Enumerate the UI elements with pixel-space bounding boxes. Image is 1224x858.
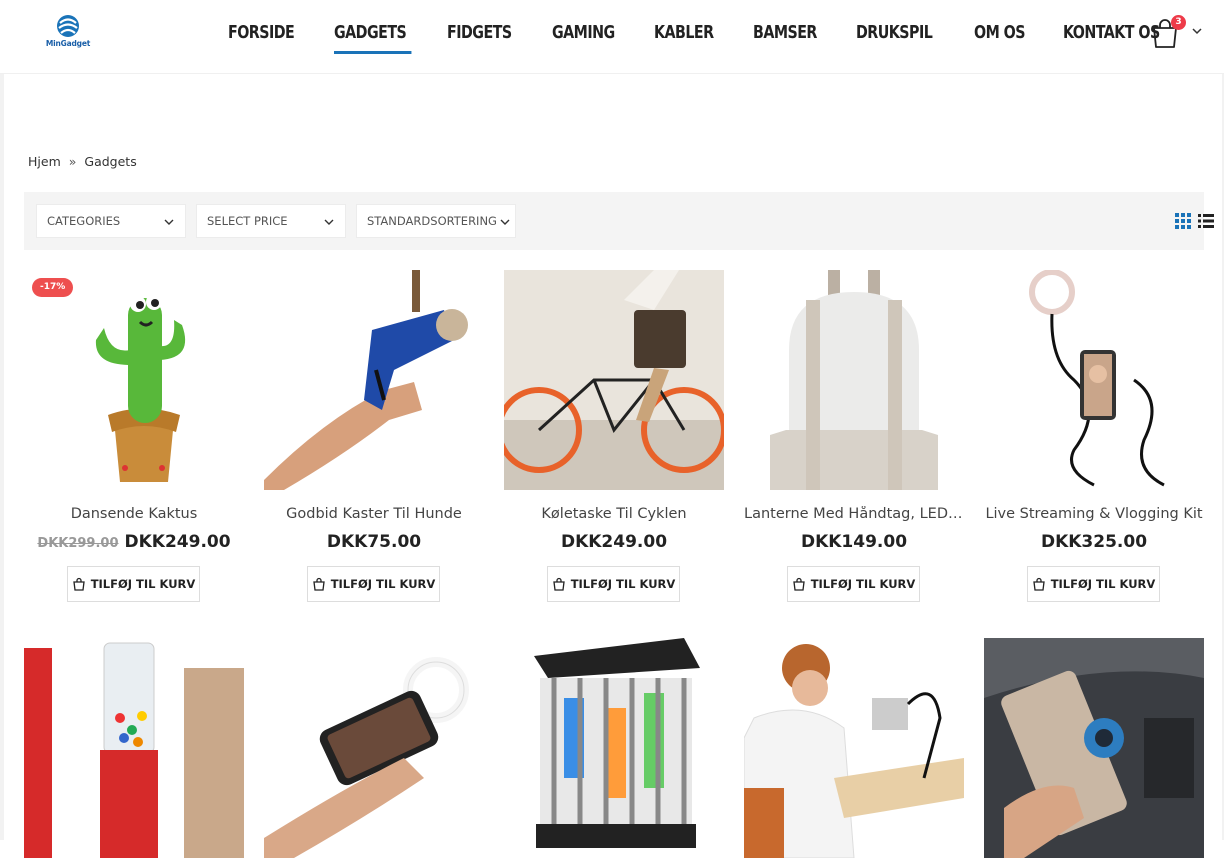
nav-item-gaming[interactable]: GAMING bbox=[552, 20, 615, 50]
nav-item-drukspil[interactable]: DRUKSPIL bbox=[856, 20, 933, 50]
breadcrumb-home[interactable]: Hjem bbox=[28, 154, 61, 169]
page-frame-left bbox=[0, 0, 4, 840]
nav-item-kontakt-os[interactable]: KONTAKT OS bbox=[1063, 20, 1160, 50]
nav-item-fidgets[interactable]: FIDGETS bbox=[447, 20, 512, 50]
sale-badge: -17% bbox=[32, 278, 74, 297]
breadcrumb-separator: » bbox=[68, 154, 77, 169]
product-image[interactable] bbox=[744, 638, 964, 858]
product-sale-price: DKK75.00 bbox=[326, 532, 422, 552]
product-image[interactable] bbox=[504, 270, 724, 490]
product-image[interactable] bbox=[984, 638, 1204, 858]
breadcrumb: Hjem » Gadgets bbox=[28, 154, 137, 169]
add-to-cart-button[interactable]: TILFØJ TIL KURV bbox=[547, 566, 680, 602]
treat-launcher-image bbox=[264, 270, 484, 490]
chevron-down-icon bbox=[324, 219, 334, 225]
grid-view-icon[interactable] bbox=[1174, 212, 1192, 230]
breadcrumb-current: Gadgets bbox=[84, 154, 137, 169]
shopping-bag-icon bbox=[72, 577, 85, 591]
lantern-image bbox=[744, 270, 964, 490]
categories-select[interactable]: CATEGORIES bbox=[36, 204, 186, 238]
dancing-cactus-image bbox=[24, 270, 244, 490]
nav-item-om-os[interactable]: OM OS bbox=[974, 20, 1026, 50]
streaming-kit-image bbox=[984, 270, 1204, 490]
product-name[interactable]: Dansende Kaktus bbox=[24, 506, 244, 522]
add-to-cart-label: TILFØJ TIL KURV bbox=[90, 577, 196, 591]
list-view-icon[interactable] bbox=[1198, 213, 1214, 229]
add-to-cart-button[interactable]: TILFØJ TIL KURV bbox=[1027, 566, 1160, 602]
chevron-down-icon[interactable] bbox=[1191, 26, 1203, 36]
add-to-cart-label: TILFØJ TIL KURV bbox=[810, 577, 916, 591]
shopping-bag-icon bbox=[312, 577, 325, 591]
nav-item-gadgets[interactable]: GADGETS bbox=[334, 20, 413, 54]
car-phone-holder-image bbox=[984, 638, 1204, 858]
logo-icon bbox=[57, 15, 79, 37]
price-select[interactable]: SELECT PRICE bbox=[196, 204, 346, 238]
product-name[interactable]: Køletaske Til Cyklen bbox=[504, 506, 724, 522]
candy-dispenser-image bbox=[24, 638, 244, 858]
product-image[interactable] bbox=[24, 638, 244, 858]
product-sale-price: DKK149.00 bbox=[800, 532, 908, 552]
product-image[interactable] bbox=[744, 270, 964, 490]
price-select-label: SELECT PRICE bbox=[207, 214, 288, 228]
product-old-price: DKK299.00 bbox=[37, 536, 119, 551]
shopping-bag-icon bbox=[552, 577, 565, 591]
nav-item-bamser[interactable]: BAMSER bbox=[753, 20, 817, 50]
nav-item-forside[interactable]: FORSIDE bbox=[228, 20, 295, 50]
product-name[interactable]: Godbid Kaster Til Hunde bbox=[264, 506, 484, 522]
product-image[interactable]: -17% bbox=[24, 270, 244, 490]
add-to-cart-button[interactable]: TILFØJ TIL KURV bbox=[787, 566, 920, 602]
selfie-ring-light-image bbox=[264, 638, 484, 858]
add-to-cart-button[interactable]: TILFØJ TIL KURV bbox=[67, 566, 200, 602]
product-name[interactable]: Live Streaming & Vlogging Kit bbox=[984, 506, 1204, 522]
chevron-down-icon bbox=[500, 219, 510, 225]
chevron-down-icon bbox=[164, 219, 174, 225]
sort-select[interactable]: STANDARDSORTERING bbox=[356, 204, 516, 238]
add-to-cart-label: TILFØJ TIL KURV bbox=[570, 577, 676, 591]
product-sale-price: DKK325.00 bbox=[1040, 532, 1148, 552]
product-image[interactable] bbox=[264, 270, 484, 490]
main-navigation: FORSIDE GADGETS FIDGETS GAMING KABLER BA… bbox=[228, 20, 1204, 54]
sort-select-label: STANDARDSORTERING bbox=[367, 214, 497, 228]
product-name[interactable]: Lanterne Med Håndtag, LED Lys bbox=[744, 506, 964, 522]
site-logo[interactable]: MinGadget bbox=[40, 14, 96, 52]
add-to-cart-label: TILFØJ TIL KURV bbox=[330, 577, 436, 591]
product-image[interactable] bbox=[984, 270, 1204, 490]
product-image[interactable] bbox=[504, 638, 724, 858]
desk-phone-holder-image bbox=[744, 638, 964, 858]
product-sale-price: DKK249.00 bbox=[124, 532, 231, 552]
bike-cooler-bag-image bbox=[504, 270, 724, 490]
product-price: DKK325.00 bbox=[984, 532, 1204, 552]
phone-jail-image bbox=[504, 638, 724, 858]
product-price: DKK299.00 DKK249.00 bbox=[24, 532, 244, 552]
shopping-bag-icon bbox=[1032, 577, 1045, 591]
categories-select-label: CATEGORIES bbox=[47, 214, 121, 228]
product-price: DKK249.00 bbox=[504, 532, 724, 552]
logo-text: MinGadget bbox=[45, 39, 91, 48]
add-to-cart-label: TILFØJ TIL KURV bbox=[1050, 577, 1156, 591]
site-header: MinGadget FORSIDE GADGETS FIDGETS GAMING… bbox=[0, 0, 1224, 74]
product-sale-price: DKK249.00 bbox=[560, 532, 668, 552]
product-price: DKK149.00 bbox=[744, 532, 964, 552]
nav-item-kabler[interactable]: KABLER bbox=[654, 20, 714, 50]
cart-count-badge: 3 bbox=[1171, 15, 1186, 30]
shopping-bag-icon bbox=[792, 577, 805, 591]
shop-toolbar: CATEGORIES SELECT PRICE STANDARDSORTERIN… bbox=[24, 192, 1214, 250]
add-to-cart-button[interactable]: TILFØJ TIL KURV bbox=[307, 566, 440, 602]
product-price: DKK75.00 bbox=[264, 532, 484, 552]
product-image[interactable] bbox=[264, 638, 484, 858]
